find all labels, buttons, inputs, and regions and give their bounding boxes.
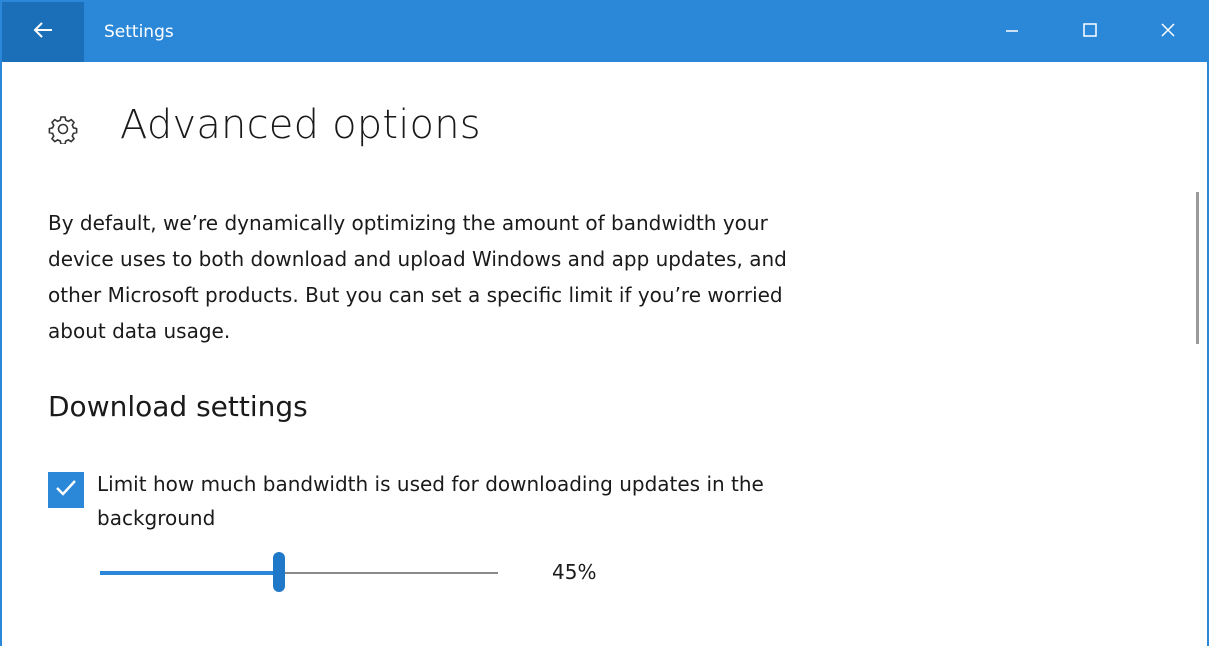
maximize-button[interactable] <box>1051 2 1129 62</box>
settings-window: Settings Advanced options By default, we… <box>0 0 1209 646</box>
window-title: Settings <box>104 22 174 42</box>
limit-bandwidth-label: Limit how much bandwidth is used for dow… <box>97 472 764 530</box>
minimize-button[interactable] <box>973 2 1051 62</box>
bandwidth-slider[interactable] <box>100 552 498 596</box>
page-description: By default, we’re dynamically optimizing… <box>48 211 787 343</box>
slider-thumb[interactable] <box>273 552 286 592</box>
window-controls <box>973 2 1207 62</box>
maximize-icon <box>1082 22 1098 42</box>
slider-fill <box>100 571 280 575</box>
download-settings-heading: Download settings <box>48 390 308 423</box>
page-title: Advanced options <box>120 102 481 148</box>
vertical-scrollbar[interactable] <box>1196 192 1199 344</box>
checkmark-icon <box>53 475 79 505</box>
title-bar: Settings <box>2 2 1207 62</box>
gear-icon <box>48 114 78 145</box>
arrow-left-icon <box>32 21 54 43</box>
settings-content: Advanced options By default, we’re dynam… <box>2 62 1207 646</box>
bandwidth-value: 45% <box>552 560 597 584</box>
close-button[interactable] <box>1129 2 1207 62</box>
limit-bandwidth-checkbox[interactable] <box>48 472 84 508</box>
minimize-icon <box>1004 22 1020 42</box>
back-button[interactable] <box>2 2 84 62</box>
close-icon <box>1160 22 1176 42</box>
